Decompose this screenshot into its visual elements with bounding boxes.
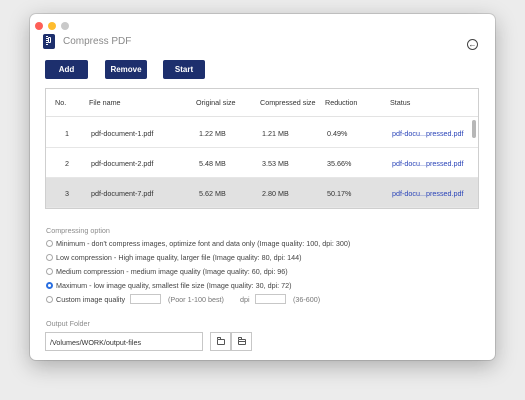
row-number: 1 [65,129,69,138]
output-file-link[interactable]: pdf-docu...pressed.pdf [392,159,464,168]
app-window: Compress PDF ← Add Remove Start No. File… [30,14,495,360]
folder-icon[interactable] [210,332,231,351]
table-row[interactable]: 2 pdf-document-2.pdf 5.48 MB 3.53 MB 35.… [46,148,478,178]
minimize-window-button[interactable] [48,22,56,30]
back-arrow-icon[interactable]: ← [467,39,478,50]
row-number: 2 [65,159,69,168]
radio-button[interactable] [46,267,53,275]
column-header-no[interactable]: No. [55,98,66,107]
table-header: No. File name Original size Compressed s… [46,89,478,117]
column-header-file-name[interactable]: File name [89,98,121,107]
reduction-cell: 35.66% [327,159,352,168]
radio-button[interactable] [46,295,53,303]
open-folder-icon-glyph [237,336,246,345]
dpi-label: dpi [240,295,250,304]
compressed-size-cell: 1.21 MB [262,129,289,138]
column-header-reduction[interactable]: Reduction [325,98,357,107]
original-size-cell: 5.62 MB [199,189,226,198]
dpi-input[interactable] [255,294,286,304]
table-row[interactable]: 1 pdf-document-1.pdf 1.22 MB 1.21 MB 0.4… [46,118,478,148]
option-label: Minimum - don't compress images, optimiz… [56,238,351,248]
compressed-size-cell: 2.80 MB [262,189,289,198]
option-label: Maximum - low image quality, smallest fi… [56,280,292,290]
table-scrollbar[interactable] [472,120,476,138]
column-header-compressed-size[interactable]: Compressed size [260,98,316,107]
file-table: No. File name Original size Compressed s… [45,88,479,209]
option-label: Custom image quality [56,294,126,304]
compress-pdf-app-icon [43,34,55,49]
column-header-status[interactable]: Status [390,98,410,107]
option-medium-compression[interactable]: Medium compression - medium image qualit… [46,266,288,276]
close-window-button[interactable] [35,22,43,30]
option-low-compression[interactable]: Low compression - High image quality, la… [46,252,302,262]
dpi-range-hint: (36-600) [293,295,321,304]
file-name-cell: pdf-document-7.pdf [91,189,154,198]
radio-button[interactable] [46,253,53,261]
option-minimum[interactable]: Minimum - don't compress images, optimiz… [46,238,350,248]
output-folder-path-field[interactable]: /Volumes/WORK/output-files [45,332,203,351]
reduction-cell: 0.49% [327,129,348,138]
file-name-cell: pdf-document-1.pdf [91,129,154,138]
file-name-cell: pdf-document-2.pdf [91,159,154,168]
folder-icon-glyph [216,336,225,345]
window-controls [35,22,69,30]
output-folder-label: Output Folder [46,319,90,328]
radio-button[interactable] [46,239,53,247]
open-folder-icon[interactable] [231,332,252,351]
original-size-cell: 5.48 MB [199,159,226,168]
radio-button-selected[interactable] [46,281,53,289]
reduction-cell: 50.17% [327,189,352,198]
table-row-selected[interactable]: 3 pdf-document-7.pdf 5.62 MB 2.80 MB 50.… [46,178,478,208]
custom-quality-input[interactable] [130,294,161,304]
start-button[interactable]: Start [163,60,205,79]
row-number: 3 [65,189,69,198]
add-button[interactable]: Add [45,60,88,79]
output-file-link[interactable]: pdf-docu...pressed.pdf [392,129,464,138]
output-file-link[interactable]: pdf-docu...pressed.pdf [392,189,464,198]
option-label: Medium compression - medium image qualit… [56,266,288,276]
option-custom-quality[interactable]: Custom image quality [46,294,125,304]
compressed-size-cell: 3.53 MB [262,159,289,168]
quality-range-hint: (Poor 1-100 best) [168,295,224,304]
column-header-original-size[interactable]: Original size [196,98,236,107]
compressing-option-label: Compressing option [46,226,110,235]
option-maximum[interactable]: Maximum - low image quality, smallest fi… [46,280,292,290]
option-label: Low compression - High image quality, la… [56,252,302,262]
maximize-window-button[interactable] [61,22,69,30]
remove-button[interactable]: Remove [105,60,147,79]
window-title: Compress PDF [63,36,132,47]
original-size-cell: 1.22 MB [199,129,226,138]
